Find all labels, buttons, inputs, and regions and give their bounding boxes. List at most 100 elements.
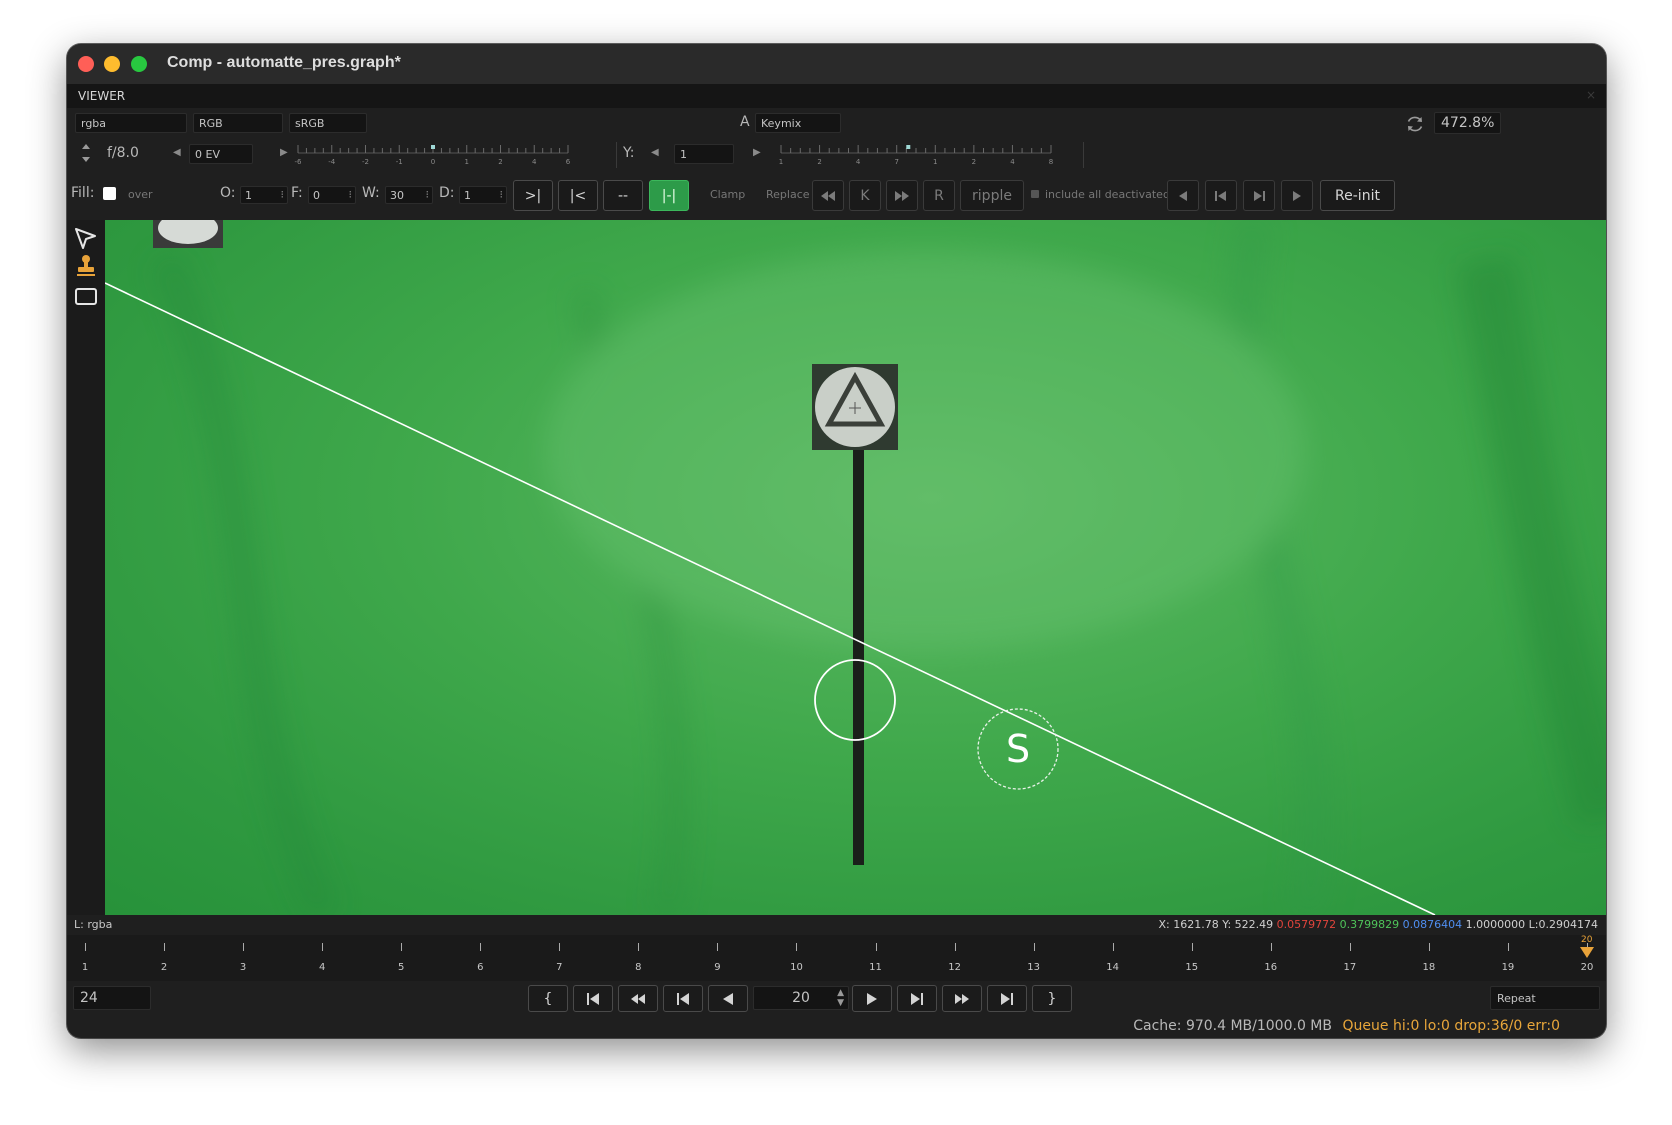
timeline-frame-label: 18	[1422, 962, 1436, 973]
timeline-frame-label: 10	[790, 962, 803, 973]
forward-mode-button[interactable]: >|	[513, 180, 553, 211]
step-forward-frame-button[interactable]	[897, 985, 937, 1012]
o-stepper-icon[interactable]: ⁝	[281, 188, 285, 201]
slider-tick-label: 1	[933, 158, 937, 166]
viewer-window: Comp - automatte_pres.graph* VIEWER × rg…	[67, 44, 1606, 1038]
slider-tick-label: 8	[1049, 158, 1053, 166]
set-in-point-button[interactable]: {	[528, 985, 568, 1012]
tab-viewer[interactable]: VIEWER	[78, 89, 125, 103]
w-stepper-icon[interactable]: ⁝	[426, 188, 430, 201]
fps-field[interactable]: 24	[73, 986, 151, 1010]
include-deactivated-checkbox[interactable]	[1031, 190, 1039, 198]
replace-label[interactable]: Replace	[766, 188, 810, 201]
step-forward-button[interactable]	[1243, 180, 1275, 211]
timeline-frame-label: 17	[1343, 962, 1357, 973]
slider-tick-label: 2	[972, 158, 976, 166]
next-keyframe-transport-button[interactable]	[942, 985, 982, 1012]
timeline-frame-label: 8	[635, 962, 642, 973]
slider-tick-label: 6	[566, 158, 571, 166]
prev-button[interactable]	[1167, 180, 1199, 211]
ripple-button[interactable]: ripple	[960, 180, 1024, 211]
timeline-tick	[1033, 943, 1035, 951]
luma-value: L:0.2904174	[1528, 918, 1598, 931]
frame-stepper-icon[interactable]: ▲ ▼	[837, 988, 844, 1008]
w-field[interactable]: 30 ⁝	[385, 186, 433, 204]
partial-tracking-marker	[153, 220, 223, 248]
timeline-frame-label: 9	[714, 962, 721, 973]
no-hold-mode-button[interactable]: --	[603, 180, 643, 211]
gamma-decrement-icon[interactable]: ◀	[651, 147, 659, 158]
gamma-field[interactable]: 1	[674, 144, 734, 164]
step-back-frame-button[interactable]	[663, 985, 703, 1012]
reinit-button[interactable]: Re-init	[1320, 180, 1395, 211]
channels-select[interactable]: rgba	[75, 113, 187, 133]
previous-keyframe-button[interactable]	[812, 180, 844, 211]
set-out-point-button[interactable]: }	[1032, 985, 1072, 1012]
close-window-button[interactable]	[78, 56, 94, 72]
o-field[interactable]: 1 ⁝	[240, 186, 288, 204]
zoom-field[interactable]: 472.8%	[1434, 112, 1501, 134]
slider-tick-label: -2	[362, 158, 369, 166]
timeline-ruler[interactable]: 1 2 3 4 5 6 7 8 9 10 11 12 13 14 15 16 17 18 19 20 20	[67, 935, 1606, 981]
timeline-tick	[954, 943, 956, 951]
display-select[interactable]: sRGB	[289, 113, 367, 133]
exposure-decrement-icon[interactable]: ◀	[173, 147, 181, 158]
skip-end-icon	[1001, 992, 1013, 1005]
fstop-stepper[interactable]	[81, 142, 91, 164]
input-a-label: A	[740, 114, 750, 130]
d-stepper-icon[interactable]: ⁝	[500, 188, 504, 201]
input-node-select[interactable]: Keymix	[755, 113, 841, 133]
timeline-frame-label: 1	[81, 962, 89, 973]
backward-mode-button[interactable]: |<	[558, 180, 598, 211]
both-hold-mode-button[interactable]: |-|	[649, 180, 689, 211]
keyframe-button[interactable]: K	[849, 180, 881, 211]
next-keyframe-button[interactable]	[886, 180, 918, 211]
minimize-window-button[interactable]	[104, 56, 120, 72]
timeline-tick	[717, 943, 719, 951]
timeline-tick	[401, 943, 403, 951]
exposure-slider[interactable]: -6 -4 -2 -1 0 1 2 4 6	[295, 141, 580, 169]
d-label: D:	[439, 185, 455, 201]
refresh-icon[interactable]	[1404, 113, 1426, 135]
remove-keyframe-button[interactable]: R	[923, 180, 955, 211]
f-stepper-icon[interactable]: ⁝	[349, 188, 353, 201]
f-field[interactable]: 0 ⁝	[308, 186, 356, 204]
loop-mode-select[interactable]: Repeat	[1490, 986, 1600, 1010]
play-backward-button[interactable]	[708, 985, 748, 1012]
play-forward-icon	[867, 992, 877, 1005]
slider-marker[interactable]	[906, 145, 911, 149]
exposure-increment-icon[interactable]: ▶	[280, 147, 288, 158]
footer-bar: Cache: 970.4 MB/1000.0 MB Queue hi:0 lo:…	[67, 1016, 1606, 1038]
next-button[interactable]	[1281, 180, 1313, 211]
fill-mode-label[interactable]: over	[128, 188, 153, 201]
slider-tick-label: -4	[328, 158, 336, 166]
go-to-start-button[interactable]	[573, 985, 613, 1012]
current-frame-field[interactable]: 20 ▲ ▼	[753, 986, 849, 1010]
rectangle-icon	[75, 288, 97, 305]
clamp-label[interactable]: Clamp	[710, 188, 745, 201]
rectangle-tool[interactable]	[73, 284, 99, 308]
zoom-window-button[interactable]	[131, 56, 147, 72]
timeline-tick	[1191, 943, 1193, 951]
fill-color-swatch[interactable]	[103, 187, 116, 200]
play-backward-icon	[723, 992, 733, 1005]
fast-forward-icon	[955, 993, 969, 1004]
playhead-icon[interactable]	[1580, 947, 1594, 958]
stamp-tool[interactable]	[73, 254, 99, 278]
gamma-increment-icon[interactable]: ▶	[753, 147, 761, 158]
go-to-end-button[interactable]	[987, 985, 1027, 1012]
d-field[interactable]: 1 ⁝	[459, 186, 507, 204]
slider-marker[interactable]	[431, 145, 435, 149]
step-back-button[interactable]	[1205, 180, 1237, 211]
play-forward-button[interactable]	[852, 985, 892, 1012]
gamma-slider[interactable]: 1 2 4 7 1 2 4 8	[779, 141, 1063, 169]
colorspace-select[interactable]: RGB	[193, 113, 283, 133]
exposure-field[interactable]: 0 EV	[189, 144, 253, 164]
timeline-frame-label: 13	[1027, 962, 1040, 973]
select-tool[interactable]	[73, 226, 99, 250]
panel-close-icon[interactable]: ×	[1586, 88, 1596, 102]
viewer-toolbar-row-2: f/8.0 ◀ 0 EV ▶ -6 -4 -2 -1 0 1 2 4 6 Y: ◀ 1 ▶ 1 2…	[67, 138, 1606, 172]
image-viewport[interactable]: S	[105, 220, 1606, 915]
timeline-frame-label: 11	[869, 962, 882, 973]
previous-keyframe-transport-button[interactable]	[618, 985, 658, 1012]
